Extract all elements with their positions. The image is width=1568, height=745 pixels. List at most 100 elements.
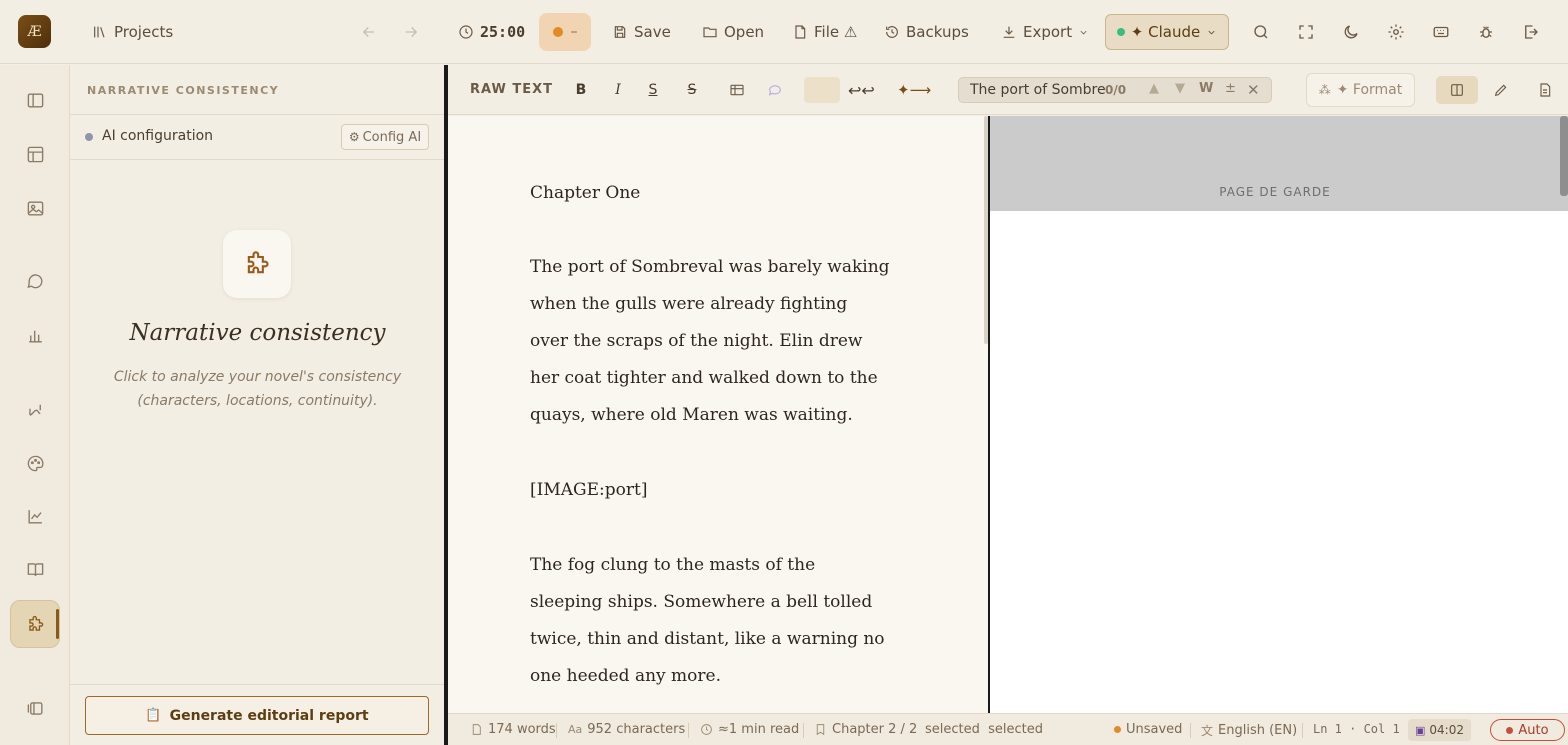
chapter-heading[interactable]: Chapter One [530,175,890,212]
format-button[interactable]: ⁂ ✦ Format [1306,73,1415,107]
image-placeholder[interactable]: [IMAGE:port] [530,472,890,509]
chapter-indicator[interactable]: Chapter 2 / 2 [814,722,917,737]
rail-item-consistency[interactable] [22,611,48,637]
bar-chart-icon [28,330,42,343]
app-logo[interactable]: Æ [18,15,51,48]
paragraph[interactable]: The port of Sombreval was barely waking … [530,249,890,434]
find-prev-button[interactable]: ▲ [1149,81,1159,96]
rail-item-book[interactable] [22,556,48,582]
autosave-dot [1506,726,1514,734]
format-label: ✦ Format [1336,82,1403,98]
edit-view-button[interactable] [1480,76,1522,104]
ai-continue-button[interactable]: ✦⟶ [897,77,931,103]
sidebar-icon [27,92,43,108]
line-chart-icon [27,509,42,524]
rail-item-theme[interactable] [22,450,48,476]
consistency-panel: NARRATIVE CONSISTENCY AI configuration ⚙… [70,65,445,745]
clock-icon [701,724,712,735]
ai-config-status-dot [85,133,93,141]
debug-button[interactable] [1474,20,1498,44]
divider [688,723,689,738]
find-next-button[interactable]: ▼ [1175,81,1185,96]
pomodoro-toggle[interactable]: – [539,13,591,51]
rail-item-writing[interactable] [22,396,48,422]
export-button[interactable]: Export [1001,0,1089,64]
preview-view-button[interactable] [1524,76,1566,104]
italic-button[interactable]: I [607,77,629,103]
consistency-description[interactable]: Click to analyze your novel's consistenc… [110,365,405,413]
find-close-button[interactable]: ✕ [1247,81,1260,99]
bug-icon [1480,26,1492,38]
rail-toggle-sidebar[interactable] [22,87,48,113]
rail-active-indicator [56,609,59,639]
generate-report-label: Generate editorial report [169,707,369,724]
gear-icon [1388,24,1404,40]
undo-button[interactable] [357,20,381,44]
preview-scrollbar[interactable] [1560,116,1568,196]
panel-title: NARRATIVE CONSISTENCY [87,84,280,97]
puzzle-icon [247,251,269,274]
download-icon [1003,26,1015,38]
autosave-toggle[interactable]: Auto [1490,719,1565,741]
strikethrough-button[interactable]: S [681,77,703,103]
divider [556,723,557,738]
rail-item-analytics[interactable] [22,503,48,529]
last-save-time: ▣ 04:02 [1408,719,1471,741]
pomodoro-timer[interactable]: 25:00 [458,0,525,64]
comment-button[interactable] [764,77,786,103]
ai-model-label: ✦ Claude [1130,23,1201,41]
language-selector[interactable]: 文 English (EN) [1201,722,1297,739]
text-editor[interactable]: Chapter One The port of Sombreval was ba… [448,116,988,713]
palette-icon [27,455,43,471]
search-button[interactable] [1249,20,1273,44]
redo-button[interactable] [399,20,423,44]
open-button[interactable]: Open [702,0,764,64]
split-view-button[interactable] [1436,76,1478,104]
word-count-value: 174 words [488,722,556,737]
preview-page-header: PAGE DE GARDE [990,116,1568,211]
fullscreen-button[interactable] [1294,20,1318,44]
keyboard-shortcuts-button[interactable] [1429,20,1453,44]
language-value: English (EN) [1218,723,1298,738]
rail-item-stats[interactable] [22,322,48,348]
projects-button[interactable]: Projects [92,0,173,64]
ai-model-selector[interactable]: ✦ Claude [1105,14,1229,50]
save-button[interactable]: Save [612,0,671,64]
dark-mode-button[interactable] [1339,20,1363,44]
paragraph[interactable]: The fog clung to the masts of the sleepi… [530,547,890,695]
divider [1302,723,1303,738]
export-label: Export [1023,23,1073,41]
folder-icon [703,27,717,38]
left-rail [0,65,70,745]
backups-button[interactable]: Backups [884,0,969,64]
rail-item-images[interactable] [22,195,48,221]
autosave-label: Auto [1518,722,1549,738]
underline-button[interactable]: S [642,77,664,103]
color-picker-button[interactable] [804,77,840,103]
config-ai-button[interactable]: ⚙ Config AI [341,124,429,150]
divider [70,684,445,685]
divider [803,723,804,738]
find-case-button[interactable]: ± [1225,81,1236,96]
rail-item-chat[interactable] [22,268,48,294]
editor-mode-label[interactable]: RAW TEXT [470,82,553,97]
rail-collapse-button[interactable] [22,695,48,721]
rail-item-structure[interactable] [22,141,48,167]
line-break-button[interactable]: ↩↩ [848,77,875,103]
ai-config-label: AI configuration [102,128,214,144]
arrow-right-icon [405,27,418,37]
layout-icon [27,146,43,162]
logout-button[interactable] [1519,20,1543,44]
file-button[interactable]: File ⚠ [792,0,857,64]
comment-icon [768,85,781,96]
settings-button[interactable] [1384,20,1408,44]
chapter-indicator-value: Chapter 2 / 2 [832,722,918,737]
chevron-down-icon [1080,30,1087,34]
insert-table-button[interactable] [726,77,748,103]
generate-report-button[interactable]: 📋 Generate editorial report [85,696,429,735]
clipboard-icon: 📋 [145,708,162,723]
find-input[interactable]: The port of Sombre [970,82,1106,98]
find-whole-word-button[interactable]: W [1199,81,1213,96]
bold-button[interactable]: B [570,77,592,103]
config-ai-label: Config AI [362,129,422,145]
